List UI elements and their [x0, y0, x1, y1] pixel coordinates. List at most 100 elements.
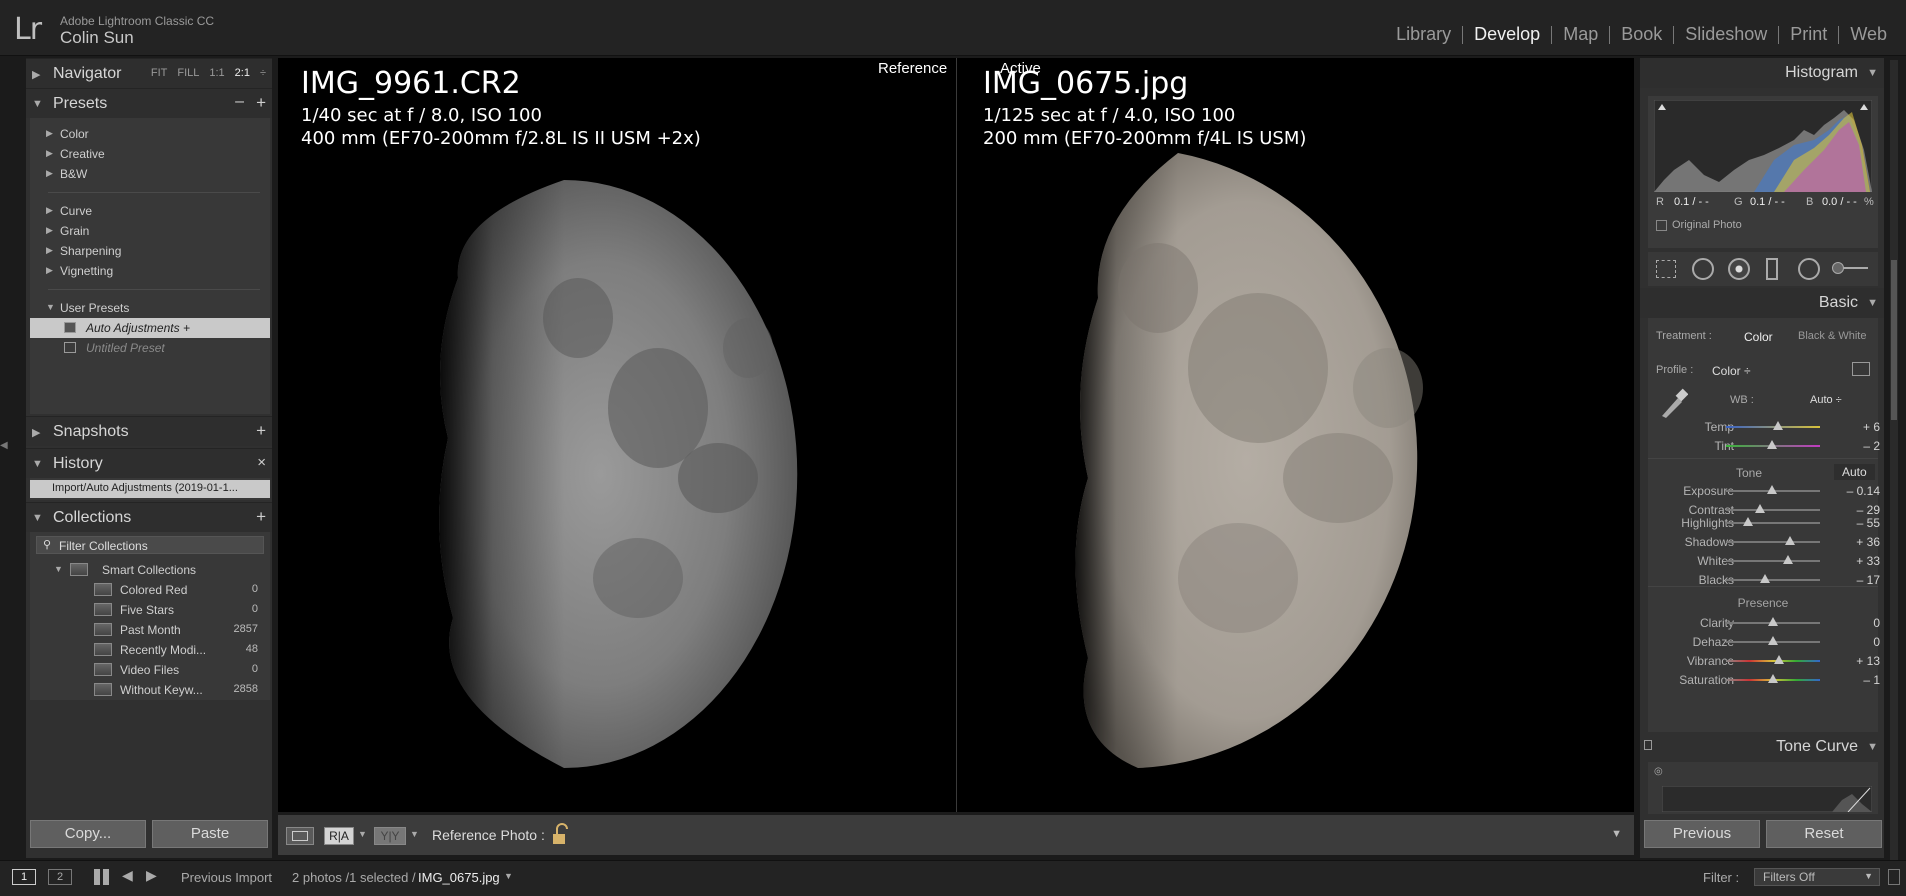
radial-filter-icon[interactable]	[1798, 258, 1820, 280]
module-map[interactable]: Map	[1552, 24, 1609, 45]
slider-knob[interactable]	[1754, 504, 1765, 513]
tone-curve-header[interactable]: Tone Curve ▼	[1640, 732, 1884, 762]
clear-history-button[interactable]: ×	[257, 454, 266, 471]
filter-collections-input[interactable]: ⚲ Filter Collections	[36, 536, 264, 554]
panel-switch-icon[interactable]	[1644, 740, 1652, 750]
history-header[interactable]: ▼ History ×	[26, 448, 272, 478]
red-eye-icon[interactable]	[1728, 258, 1750, 280]
treatment-bw-option[interactable]: Black & White	[1798, 330, 1866, 342]
slider-highlights[interactable]: Highlights – 55	[1648, 514, 1892, 532]
slider-knob[interactable]	[1767, 485, 1778, 494]
slider-knob[interactable]	[1760, 574, 1771, 583]
preset-folder[interactable]: ▶ Color	[30, 124, 270, 144]
target-adjust-icon[interactable]: ◎	[1654, 766, 1663, 777]
preset-folder[interactable]: ▶ Curve	[30, 201, 270, 221]
slider-value[interactable]: + 36	[1856, 535, 1880, 549]
slider-knob[interactable]	[1784, 536, 1795, 545]
preset-item-selected[interactable]: Auto Adjustments +	[30, 318, 270, 338]
module-slideshow[interactable]: Slideshow	[1674, 24, 1778, 45]
tone-auto-button[interactable]: Auto	[1834, 464, 1875, 480]
tone-curve-graph[interactable]	[1662, 786, 1872, 812]
slider-value[interactable]: – 0.14	[1847, 484, 1880, 498]
slider-knob[interactable]	[1768, 674, 1778, 683]
slider-shadows[interactable]: Shadows + 36	[1648, 533, 1892, 551]
crop-tool-icon[interactable]	[1656, 260, 1676, 278]
slider-knob[interactable]	[1768, 636, 1778, 645]
slider-knob[interactable]	[1768, 617, 1778, 626]
add-preset-button[interactable]: +	[256, 93, 266, 113]
slider-tint[interactable]: Tint – 2	[1648, 437, 1892, 455]
slider-value[interactable]: – 2	[1863, 439, 1880, 453]
forward-arrow-icon[interactable]: ▶	[146, 867, 157, 884]
histogram-header[interactable]: Histogram ▼	[1640, 58, 1884, 88]
slider-knob[interactable]	[1742, 517, 1753, 526]
module-book[interactable]: Book	[1610, 24, 1673, 45]
toolbar-options-chevron-icon[interactable]: ▼	[1611, 828, 1622, 840]
slider-track[interactable]	[1726, 509, 1820, 511]
white-balance-eyedropper-icon[interactable]	[1658, 388, 1688, 420]
collapse-left-panel-icon[interactable]: ◀	[0, 440, 8, 451]
zoom-1-1[interactable]: 1:1	[209, 67, 224, 79]
collection-item[interactable]: Without Keyw... 2858	[30, 680, 270, 700]
reference-view-button[interactable]: R|A	[324, 827, 354, 845]
slider-value[interactable]: – 1	[1863, 673, 1880, 687]
remove-preset-button[interactable]: –	[235, 93, 244, 111]
treatment-color-option[interactable]: Color	[1744, 330, 1773, 344]
slider-track[interactable]	[1726, 560, 1820, 562]
slider-knob[interactable]	[1783, 555, 1794, 564]
previous-button[interactable]: Previous	[1644, 820, 1760, 848]
before-after-button[interactable]: Y|Y	[374, 827, 406, 845]
add-collection-button[interactable]: +	[256, 507, 266, 527]
preset-item[interactable]: Untitled Preset	[30, 338, 270, 358]
chevron-down-icon[interactable]: ▼	[504, 871, 513, 881]
reset-button[interactable]: Reset	[1766, 820, 1882, 848]
slider-value[interactable]: + 6	[1863, 420, 1880, 434]
preset-folder[interactable]: ▶ Creative	[30, 144, 270, 164]
zoom-arrow-icon[interactable]: ÷	[260, 67, 266, 79]
copy-settings-button[interactable]: Copy...	[30, 820, 146, 848]
module-web[interactable]: Web	[1839, 24, 1898, 45]
collection-item[interactable]: Past Month 2857	[30, 620, 270, 640]
preset-folder[interactable]: ▶ B&W	[30, 164, 270, 184]
collection-item[interactable]: Recently Modi... 48	[30, 640, 270, 660]
module-library[interactable]: Library	[1385, 24, 1462, 45]
profile-dropdown[interactable]: Color ÷	[1712, 364, 1751, 378]
slider-track[interactable]	[1726, 579, 1820, 581]
grid-view-icon[interactable]	[94, 869, 110, 885]
add-snapshot-button[interactable]: +	[256, 421, 266, 441]
scrollbar-thumb[interactable]	[1891, 260, 1897, 420]
slider-dehaze[interactable]: Dehaze 0	[1648, 633, 1892, 651]
main-window-button[interactable]: 1	[12, 869, 36, 885]
preset-folder[interactable]: ▶ Vignetting	[30, 261, 270, 281]
slider-value[interactable]: + 13	[1856, 654, 1880, 668]
collection-item[interactable]: Video Files 0	[30, 660, 270, 680]
wb-dropdown[interactable]: Auto ÷	[1810, 394, 1842, 406]
lock-icon[interactable]	[550, 823, 570, 847]
paste-settings-button[interactable]: Paste	[152, 820, 268, 848]
original-photo-checkbox[interactable]	[1656, 220, 1667, 231]
smart-collections-folder[interactable]: ▼ Smart Collections	[30, 560, 270, 580]
slider-value[interactable]: 0	[1873, 635, 1880, 649]
basic-header[interactable]: Basic ▼	[1640, 288, 1884, 318]
slider-track[interactable]	[1726, 522, 1820, 524]
slider-saturation[interactable]: Saturation – 1	[1648, 671, 1892, 689]
navigator-header[interactable]: ▶ Navigator FIT FILL 1:1 2:1 ÷	[26, 58, 272, 88]
slider-temp[interactable]: Temp + 6	[1648, 418, 1892, 436]
slider-exposure[interactable]: Exposure – 0.14	[1648, 482, 1892, 500]
module-develop[interactable]: Develop	[1463, 24, 1551, 45]
preset-folder[interactable]: ▶ Sharpening	[30, 241, 270, 261]
preset-folder-user[interactable]: ▼ User Presets	[30, 298, 270, 318]
presets-header[interactable]: ▼ Presets – +	[26, 88, 272, 118]
profile-browser-icon[interactable]	[1852, 362, 1870, 376]
slider-value[interactable]: – 55	[1857, 516, 1880, 530]
filter-dropdown[interactable]: Filters Off ▼	[1754, 868, 1880, 886]
chevron-down-icon[interactable]: ▼	[410, 829, 419, 839]
spot-removal-icon[interactable]	[1692, 258, 1714, 280]
slider-value[interactable]: – 17	[1857, 573, 1880, 587]
source-label[interactable]: Previous Import	[181, 870, 272, 885]
collection-item[interactable]: Colored Red 0	[30, 580, 270, 600]
slider-vibrance[interactable]: Vibrance + 13	[1648, 652, 1892, 670]
filter-lock-icon[interactable]	[1888, 869, 1900, 885]
history-item[interactable]: Import/Auto Adjustments (2019-01-1...	[30, 480, 270, 498]
slider-track[interactable]	[1726, 541, 1820, 543]
